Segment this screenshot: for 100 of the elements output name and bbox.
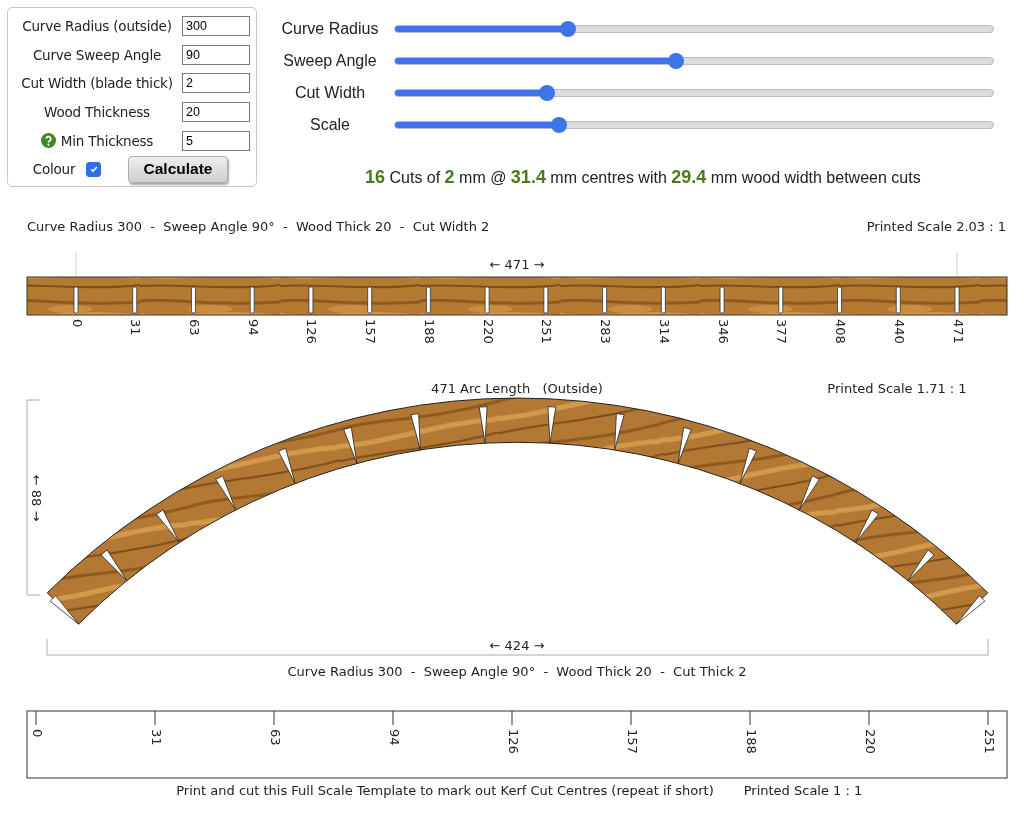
slider-label: Curve Radius	[280, 20, 380, 38]
kerf-slot	[719, 286, 725, 314]
tick-label: 157	[363, 319, 379, 344]
slider[interactable]	[394, 117, 994, 133]
tick-label: 188	[743, 729, 759, 754]
printed-scale: Printed Scale 2.03 : 1	[866, 219, 1006, 234]
tick-label: 377	[774, 319, 790, 344]
result-text: 16 Cuts of 2 mm @ 31.4 mm centres with 29.4 mm wood width between cuts	[365, 169, 921, 186]
tick-label: 31	[148, 729, 164, 746]
kerf-cut	[956, 595, 986, 625]
slider-thumb[interactable]	[551, 117, 567, 133]
field-label: Curve Radius (outside)	[22, 18, 172, 35]
field-label: Cut Width (blade thick)	[21, 75, 173, 92]
tick-label: 94	[386, 729, 402, 746]
dimension-label: ← 424 →	[489, 638, 545, 653]
input-field[interactable]: 90	[182, 44, 250, 65]
tick-label: 31	[128, 319, 144, 336]
tick-label: 63	[186, 319, 202, 336]
checkbox-label: Colour	[32, 161, 76, 178]
slider-label: Cut Width	[293, 84, 367, 102]
kerf-slot	[367, 286, 373, 314]
kerf-cut	[547, 406, 557, 444]
slider-thumb[interactable]	[668, 53, 684, 69]
tick-label: 314	[656, 319, 672, 344]
kerf-cut	[677, 427, 692, 464]
kerf-cut	[410, 413, 421, 451]
kerf-cut	[100, 549, 128, 581]
dimension-label: ← 471 →	[489, 257, 545, 272]
ruler-tick	[630, 710, 632, 726]
ruler-tick	[868, 710, 870, 726]
slider[interactable]	[394, 21, 994, 37]
kerf-slot	[73, 286, 79, 314]
tick-label: 251	[539, 319, 555, 344]
tick-label: 188	[421, 319, 437, 344]
kerf-cut	[907, 549, 935, 581]
kerf-slot	[837, 286, 842, 314]
kerf-slot	[426, 286, 431, 314]
input-field[interactable]: 20	[182, 102, 250, 123]
input-field[interactable]: 2	[182, 73, 250, 94]
ruler-tick	[749, 710, 751, 726]
tick-label: 251	[981, 729, 997, 754]
tick-label: 94	[245, 319, 261, 336]
kerf-cut	[156, 509, 180, 543]
ruler-tick	[273, 710, 275, 726]
slider-label: Scale	[309, 116, 351, 134]
kerf-cut	[798, 475, 820, 511]
printed-scale: Printed Scale 1.71 : 1	[827, 381, 967, 396]
kerf-cut	[343, 427, 358, 464]
kerf-cut	[855, 509, 879, 543]
kerf-cut	[614, 413, 625, 451]
arc-caption: Curve Radius 300 - Sweep Angle 90° - Wood Thick 20 - Cut Thick 2	[287, 664, 747, 679]
kerf-cut	[49, 595, 79, 625]
slider[interactable]	[394, 53, 994, 69]
kerf-slot	[484, 286, 490, 314]
arc-length-label: 471 Arc Length (Outside)	[431, 381, 603, 396]
kerf-slot	[308, 286, 314, 314]
kerf-cut	[739, 447, 757, 484]
printed-scale: Printed Scale 1 : 1	[743, 783, 863, 798]
tick-label: 471	[950, 319, 966, 344]
input-field[interactable]: 5	[182, 130, 250, 151]
tick-label: 157	[624, 729, 640, 754]
kerf-slot	[602, 286, 607, 314]
kerf-slot	[895, 286, 901, 314]
slider-thumb[interactable]	[539, 85, 555, 101]
slider-label: Sweep Angle	[282, 52, 378, 70]
tick-label: 346	[715, 319, 731, 344]
tick-label: 220	[862, 729, 878, 754]
ruler-tick	[392, 710, 394, 726]
kerf-cut	[215, 475, 237, 511]
tick-label: 0	[29, 729, 45, 738]
kerf-slot	[954, 286, 960, 314]
tick-label: 126	[304, 319, 320, 344]
input-field[interactable]: 300	[182, 16, 250, 37]
ruler-tick	[511, 710, 513, 726]
kerf-slot	[132, 286, 138, 314]
help-icon[interactable]	[40, 133, 56, 149]
calculate-button[interactable]: Calculate	[128, 155, 228, 183]
check-icon	[88, 164, 99, 175]
tick-label: 440	[891, 319, 907, 344]
field-label: Min Thickness	[60, 132, 154, 149]
dimension-label: ← 88 →	[28, 474, 44, 522]
template-caption: Print and cut this Full Scale Template to mark out Kerf Cut Centres (repeat if short)	[176, 783, 714, 798]
slider-thumb[interactable]	[560, 21, 576, 37]
tick-label: 408	[833, 319, 849, 344]
kerf-cut	[478, 406, 488, 444]
tick-label: 0	[69, 319, 85, 328]
tick-label: 283	[598, 319, 614, 344]
checkbox[interactable]	[86, 161, 102, 177]
board-caption: Curve Radius 300 - Sweep Angle 90° - Wood Thick 20 - Cut Width 2	[27, 219, 490, 234]
field-label: Wood Thickness	[44, 104, 150, 121]
slider[interactable]	[394, 85, 994, 101]
kerf-slot	[249, 286, 255, 314]
ruler-tick	[987, 710, 989, 726]
ruler-tick	[35, 710, 37, 726]
tick-label: 220	[480, 319, 496, 344]
kerf-slot	[543, 286, 549, 314]
field-label: Curve Sweep Angle	[32, 46, 162, 63]
kerf-slot	[191, 286, 196, 314]
tick-label: 63	[267, 729, 283, 746]
kerf-slot	[778, 286, 784, 314]
